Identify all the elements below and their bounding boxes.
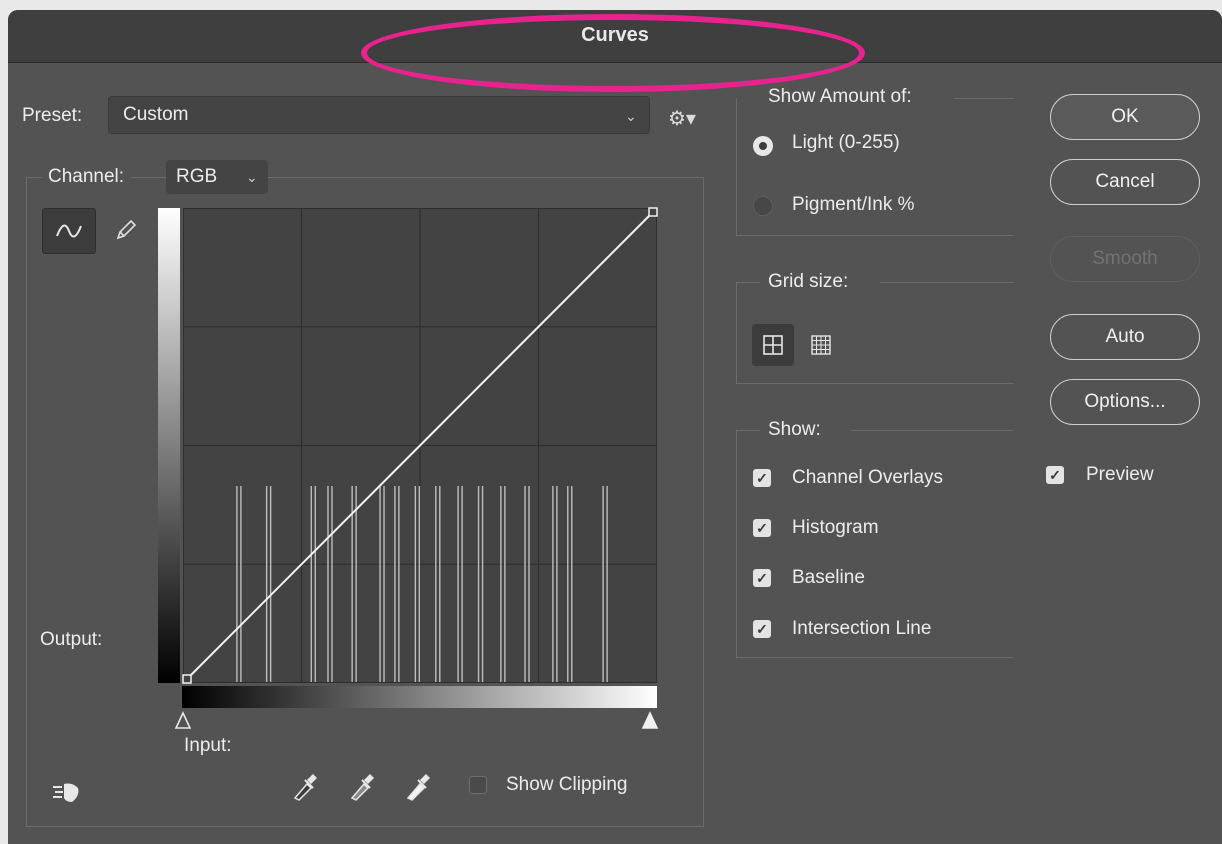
- chevron-down-icon: ⌄: [246, 169, 258, 185]
- input-label: Input:: [184, 735, 232, 756]
- channel-overlays-label: Channel Overlays: [792, 467, 944, 488]
- divider: [736, 98, 737, 235]
- divider: [736, 282, 760, 283]
- curve-graph[interactable]: [182, 207, 658, 684]
- show-clipping-label: Show Clipping: [506, 774, 628, 795]
- preset-dropdown[interactable]: Custom ⌄: [108, 96, 650, 134]
- histogram-label: Histogram: [792, 517, 879, 538]
- detailed-grid-button[interactable]: [800, 324, 842, 366]
- curve-point-black[interactable]: [182, 674, 192, 684]
- pencil-tool[interactable]: [100, 208, 152, 252]
- show-label: Show:: [768, 419, 821, 440]
- options-button[interactable]: Options...: [1050, 379, 1200, 425]
- show-amount-label: Show Amount of:: [768, 86, 912, 107]
- divider: [736, 282, 737, 383]
- curve-plot: [182, 207, 658, 684]
- black-eyedropper-icon[interactable]: [291, 770, 319, 802]
- channel-dropdown[interactable]: RGB ⌄: [166, 160, 268, 194]
- curve-edit-tool[interactable]: [42, 208, 96, 254]
- preset-label: Preset:: [22, 105, 83, 126]
- light-radio[interactable]: [753, 136, 773, 156]
- histogram-checkbox[interactable]: ✓: [753, 519, 771, 537]
- grid-4-icon: [763, 335, 783, 355]
- show-clipping-checkbox[interactable]: [469, 776, 487, 794]
- input-gradient: [182, 686, 657, 708]
- baseline-label: Baseline: [792, 567, 865, 588]
- ok-button[interactable]: OK: [1050, 94, 1200, 140]
- intersection-line-checkbox[interactable]: ✓: [753, 620, 771, 638]
- divider: [880, 282, 1014, 283]
- white-point-slider[interactable]: [641, 710, 659, 730]
- divider: [850, 430, 1014, 431]
- curve-icon: [56, 224, 82, 238]
- preview-checkbox[interactable]: ✓: [1046, 466, 1064, 484]
- gray-eyedropper-icon[interactable]: [348, 770, 376, 802]
- light-radio-label: Light (0-255): [792, 132, 900, 153]
- divider: [736, 430, 737, 657]
- histogram: [236, 486, 608, 682]
- divider: [954, 98, 1014, 99]
- output-gradient: [158, 208, 180, 683]
- output-label: Output:: [40, 629, 103, 650]
- white-eyedropper-icon[interactable]: [404, 770, 432, 802]
- gear-icon[interactable]: ⚙▾: [668, 106, 696, 131]
- hand-icon: [53, 783, 79, 802]
- grid-size-label: Grid size:: [768, 271, 849, 292]
- divider: [736, 235, 1014, 236]
- curves-dialog: Curves Preset: Custom ⌄ ⚙▾ Channel: RGB …: [8, 10, 1222, 844]
- curve-point-white[interactable]: [648, 207, 658, 217]
- channel-label: Channel:: [42, 166, 131, 188]
- black-point-slider[interactable]: [174, 710, 192, 730]
- divider: [736, 383, 1014, 384]
- divider: [736, 430, 760, 431]
- highlight-ellipse: [361, 14, 865, 92]
- auto-adjust-icon[interactable]: [50, 778, 86, 811]
- chevron-down-icon: ⌄: [625, 108, 637, 124]
- smooth-button[interactable]: Smooth: [1050, 236, 1200, 282]
- divider: [736, 657, 1014, 658]
- preset-value: Custom: [123, 104, 189, 125]
- auto-button[interactable]: Auto: [1050, 314, 1200, 360]
- intersection-line-label: Intersection Line: [792, 618, 932, 639]
- pigment-radio[interactable]: [753, 196, 773, 216]
- baseline-checkbox[interactable]: ✓: [753, 569, 771, 587]
- preview-label: Preview: [1086, 464, 1154, 485]
- cancel-button[interactable]: Cancel: [1050, 159, 1200, 205]
- pigment-radio-label: Pigment/Ink %: [792, 194, 915, 215]
- channel-overlays-checkbox[interactable]: ✓: [753, 469, 771, 487]
- channel-value: RGB: [176, 166, 218, 187]
- grid-10-icon: [811, 335, 831, 355]
- pencil-icon: [116, 219, 137, 240]
- simple-grid-button[interactable]: [752, 324, 794, 366]
